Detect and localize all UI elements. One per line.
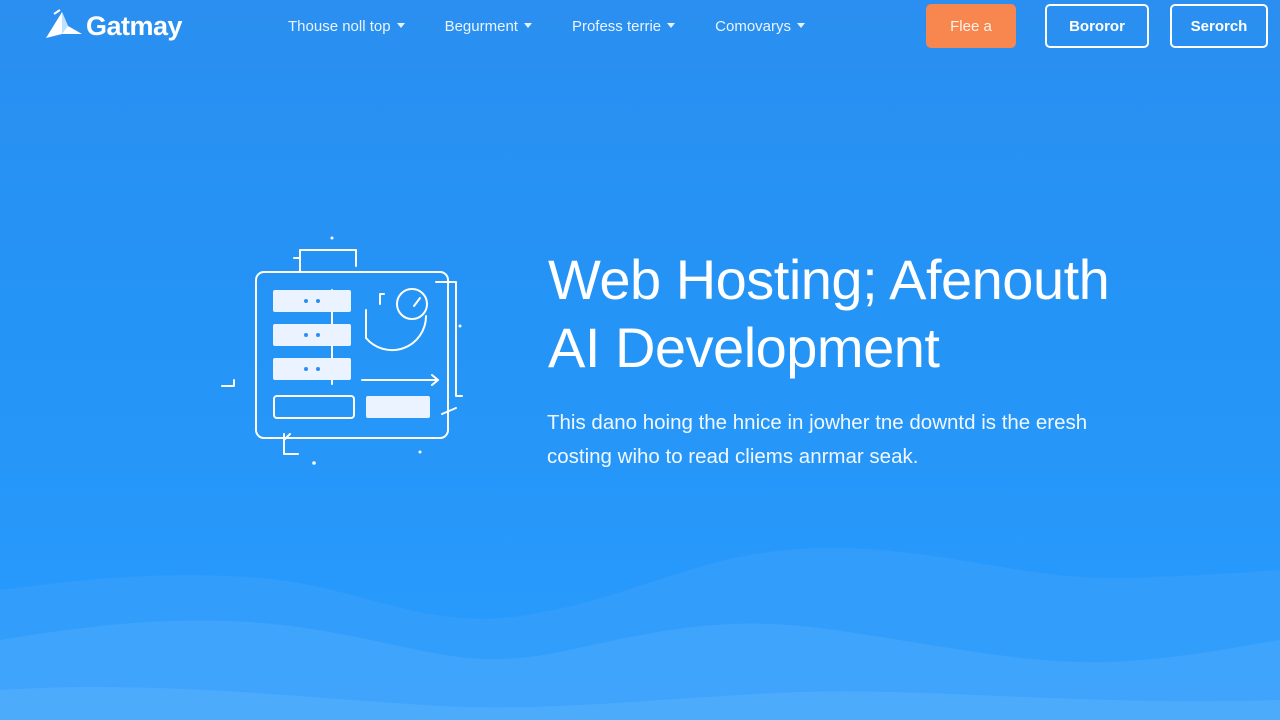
nav-item-label: Comovarys — [715, 17, 792, 35]
hero-description: This dano hoing the hnice in jowher tne … — [547, 406, 1187, 474]
nav-item-comovarys[interactable]: Comovarys — [715, 17, 806, 35]
borrow-button[interactable]: Bororor — [1045, 4, 1149, 48]
server-dashboard-illustration-icon — [221, 236, 463, 465]
free-button[interactable]: Flee a — [926, 4, 1016, 48]
nav-item-begurment[interactable]: Begurment — [445, 18, 532, 35]
hero-title-line: AI Development — [548, 316, 940, 379]
search-button[interactable]: Serorch — [1170, 4, 1268, 48]
nav-item-profess[interactable]: Profess terrie — [571, 17, 676, 35]
nav-item-label: Profess terrie — [571, 17, 662, 35]
hero-description-line: This dano hoing the hnice in jowher tne … — [547, 411, 1088, 434]
chevron-down-icon — [396, 23, 405, 28]
brand-name: Gatmay — [86, 10, 183, 41]
nav-item-thouse[interactable]: Thouse noll top — [288, 18, 405, 35]
chevron-down-icon — [797, 23, 806, 28]
hero-title-line: Web Hosting; Afenouth — [548, 248, 1110, 311]
hero-title: Web Hosting; Afenouth AI Development — [548, 246, 1248, 382]
nav-item-label: Begurment — [444, 17, 518, 35]
chevron-down-icon — [523, 23, 532, 28]
brand-logo[interactable]: Gatmay — [44, 6, 183, 46]
hero-description-line: costing wiho to read cliems anrmar seak. — [547, 445, 919, 468]
site-header: Gatmay Thouse noll top Begurment Profess… — [0, 0, 1280, 52]
paper-plane-logo-icon — [46, 9, 82, 38]
nav-item-label: Thouse noll top — [288, 17, 391, 35]
decorative-waves — [0, 547, 1280, 720]
chevron-down-icon — [667, 23, 676, 28]
main-nav: Thouse noll top Begurment Profess terrie… — [288, 14, 806, 38]
